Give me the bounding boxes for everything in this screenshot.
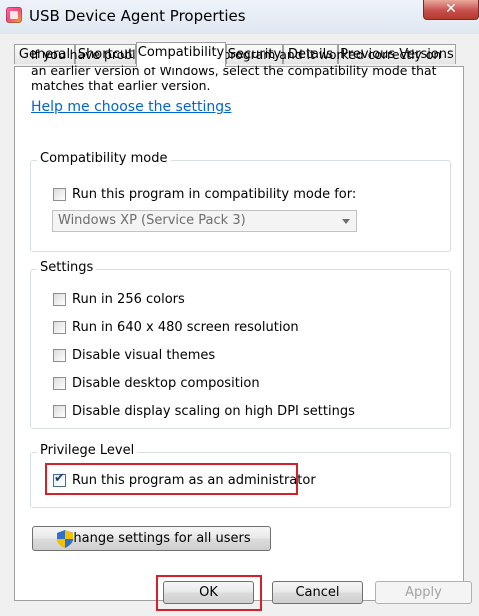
help-link[interactable]: Help me choose the settings bbox=[31, 99, 231, 115]
settings-option-label: Disable visual themes bbox=[72, 348, 216, 363]
compat-mode-checkbox-label: Run this program in compatibility mode f… bbox=[72, 187, 357, 202]
checkbox[interactable] bbox=[53, 377, 66, 390]
run-as-admin-label: Run this program as an administrator bbox=[72, 473, 316, 488]
compatibility-mode-label: Compatibility mode bbox=[37, 151, 171, 166]
chevron-down-icon bbox=[342, 219, 350, 224]
settings-option-label: Disable desktop composition bbox=[72, 376, 260, 391]
checkbox[interactable] bbox=[53, 293, 66, 306]
change-settings-label: Change settings for all users bbox=[64, 531, 251, 546]
compat-mode-checkbox[interactable] bbox=[53, 188, 66, 201]
privilege-level-label: Privilege Level bbox=[37, 443, 138, 458]
run-as-admin-checkbox[interactable] bbox=[53, 471, 66, 487]
app-icon bbox=[6, 7, 22, 23]
compat-mode-select-value: Windows XP (Service Pack 3) bbox=[58, 213, 246, 228]
compat-mode-select[interactable]: Windows XP (Service Pack 3) bbox=[52, 210, 357, 232]
settings-option-label: Disable display scaling on high DPI sett… bbox=[72, 404, 355, 419]
checkbox[interactable] bbox=[53, 321, 66, 334]
title-bar: USB Device Agent Properties ✕ bbox=[0, 0, 479, 34]
window-title: USB Device Agent Properties bbox=[29, 7, 246, 25]
intro-text: If you have problems with this program a… bbox=[31, 47, 442, 93]
close-button[interactable]: ✕ bbox=[423, 0, 479, 20]
checkbox[interactable] bbox=[53, 405, 66, 418]
settings-group-label: Settings bbox=[37, 260, 97, 275]
tab-compatibility[interactable]: Compatibility bbox=[136, 42, 226, 67]
cancel-button[interactable]: Cancel bbox=[272, 581, 363, 604]
compatibility-mode-group bbox=[30, 160, 451, 252]
change-settings-all-users-button[interactable]: Change settings for all users bbox=[32, 526, 271, 551]
settings-option-label: Run in 256 colors bbox=[72, 292, 185, 307]
settings-option-label: Run in 640 x 480 screen resolution bbox=[72, 320, 299, 335]
apply-button[interactable]: Apply bbox=[375, 581, 472, 604]
ok-button[interactable]: OK bbox=[163, 581, 254, 604]
uac-shield-icon bbox=[57, 530, 73, 548]
close-icon: ✕ bbox=[445, 1, 457, 17]
checkbox[interactable] bbox=[53, 349, 66, 362]
